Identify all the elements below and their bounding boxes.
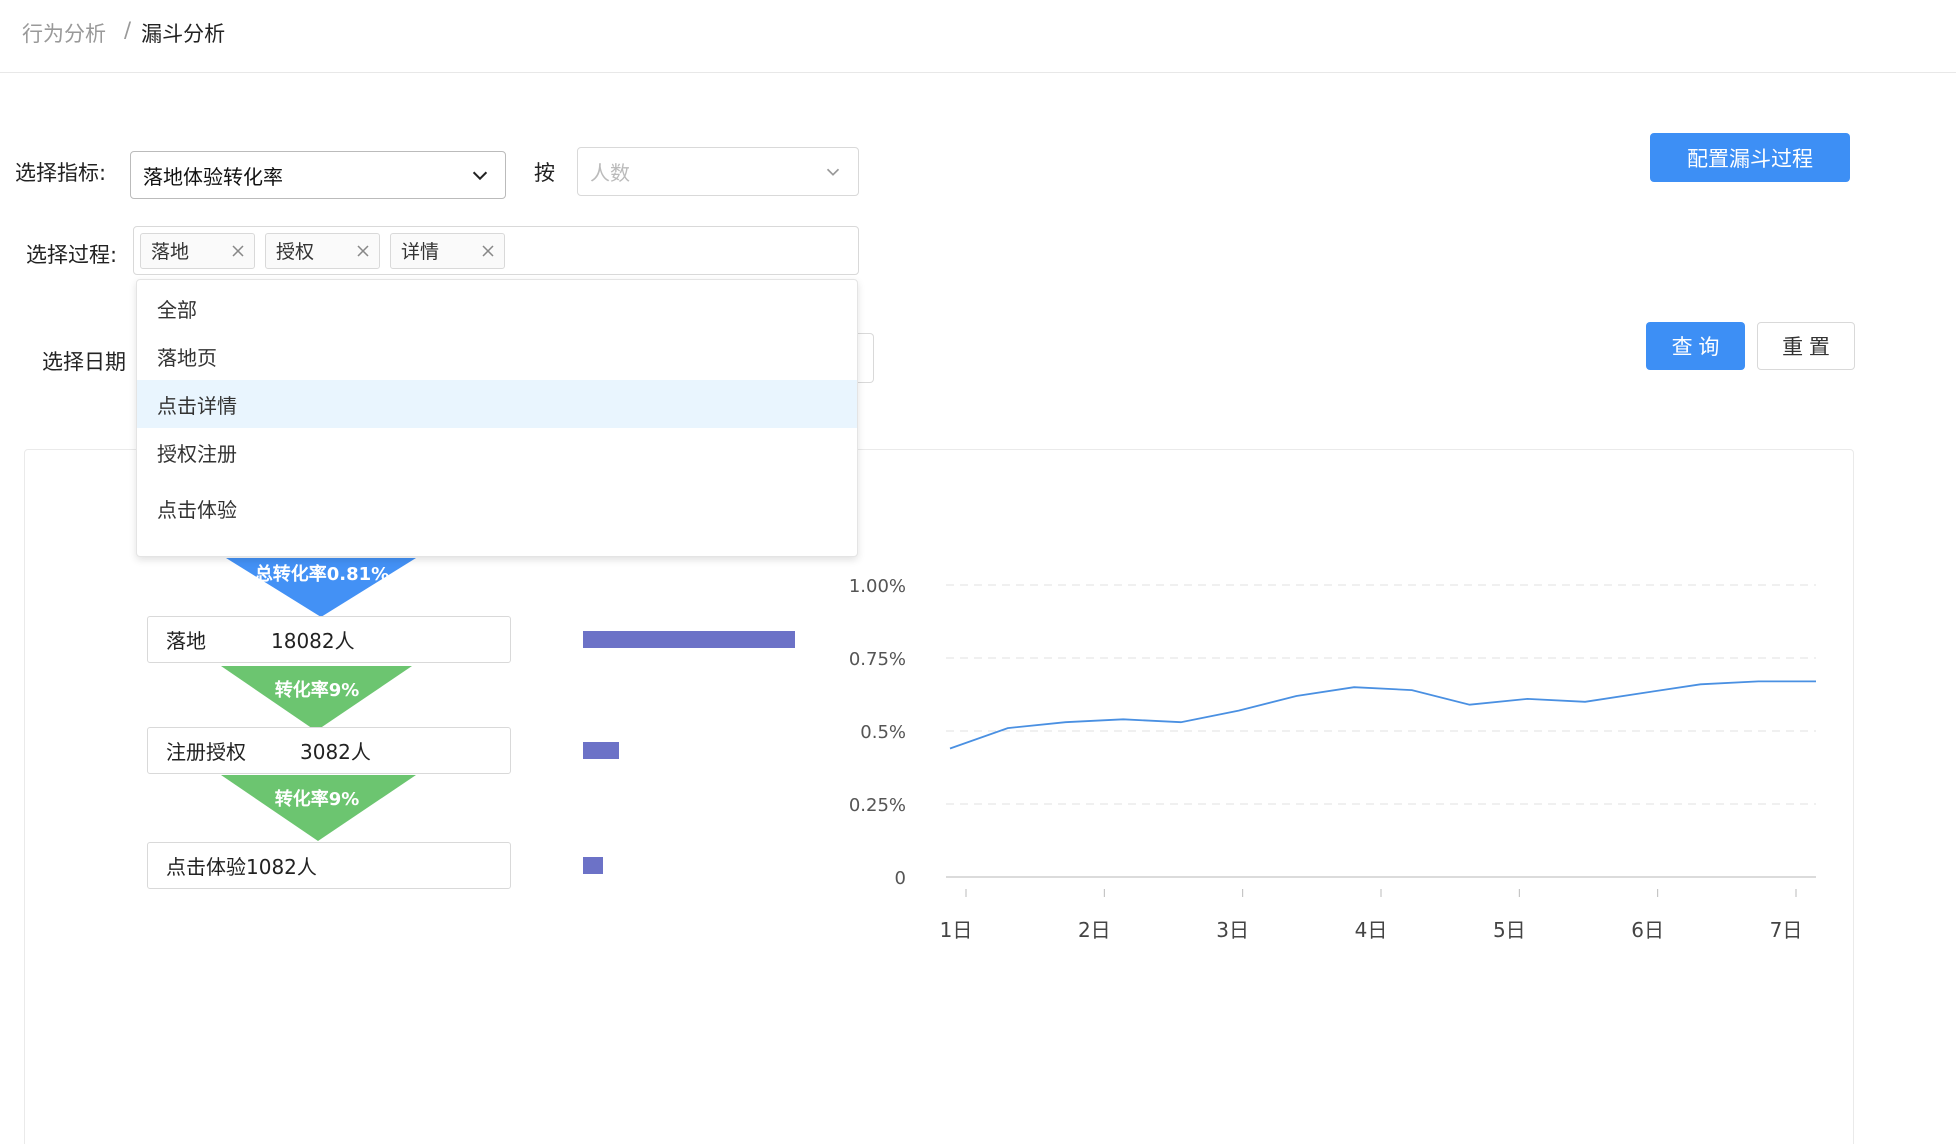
funnel-step-row: 落地 18082人: [147, 616, 511, 663]
process-select[interactable]: 落地 授权 详情: [133, 226, 859, 275]
chevron-down-icon: [826, 168, 840, 176]
funnel-step-name: 落地: [166, 629, 206, 653]
reset-button[interactable]: 重 置: [1757, 322, 1855, 370]
by-select-placeholder: 人数: [590, 161, 630, 185]
step-rate-label: 转化率9%: [274, 789, 360, 810]
close-icon[interactable]: [230, 243, 246, 259]
process-tag: 落地: [140, 232, 255, 269]
process-dropdown: 全部 落地页 点击详情 授权注册 点击体验: [136, 279, 858, 557]
funnel-step-count: 18082人: [271, 629, 355, 653]
header-divider: [0, 72, 1956, 73]
tag-label: 落地: [151, 241, 190, 263]
funnel-bar: [583, 631, 795, 648]
x-tick-label: 6日: [1631, 918, 1664, 942]
x-tick-label: 4日: [1355, 918, 1388, 942]
config-funnel-button[interactable]: 配置漏斗过程: [1650, 133, 1850, 182]
close-icon[interactable]: [355, 243, 371, 259]
metric-select[interactable]: 落地体验转化率: [130, 151, 506, 199]
x-tick-label: 7日: [1770, 918, 1803, 942]
query-button[interactable]: 查 询: [1646, 322, 1745, 370]
process-tag: 详情: [390, 232, 505, 269]
y-tick-label: 0.5%: [860, 722, 906, 743]
breadcrumb: 行为分析 / 漏斗分析: [22, 18, 225, 48]
close-icon[interactable]: [480, 243, 496, 259]
by-label: 按: [534, 161, 555, 185]
tag-label: 详情: [401, 241, 440, 263]
step-rate-label: 转化率9%: [274, 680, 360, 701]
metric-label: 选择指标:: [15, 161, 107, 185]
dropdown-option[interactable]: 落地页: [137, 332, 857, 380]
chevron-down-icon: [472, 171, 488, 181]
process-label: 选择过程:: [26, 243, 118, 267]
process-tag: 授权: [265, 232, 380, 269]
funnel-bar: [583, 857, 603, 874]
by-select[interactable]: 人数: [577, 147, 859, 196]
dropdown-option-highlighted[interactable]: 点击详情: [137, 380, 857, 428]
metric-select-value: 落地体验转化率: [143, 164, 283, 189]
breadcrumb-parent[interactable]: 行为分析: [22, 18, 106, 48]
y-tick-label: 0.75%: [849, 649, 906, 670]
funnel-step-count: 3082人: [300, 740, 371, 764]
breadcrumb-separator: /: [124, 18, 132, 42]
x-tick-label: 1日: [940, 918, 973, 942]
dropdown-option[interactable]: 全部: [137, 284, 857, 332]
x-tick-label: 5日: [1493, 918, 1526, 942]
funnel-step-name: 点击体验: [166, 855, 246, 879]
total-rate-label: 总转化率0.81%: [254, 564, 390, 585]
y-tick-label: 0: [895, 868, 906, 889]
funnel-step-row: 注册授权 3082人: [147, 727, 511, 774]
breadcrumb-current: 漏斗分析: [141, 22, 226, 46]
x-tick-label: 2日: [1078, 918, 1111, 942]
funnel-step-count: 1082人: [246, 855, 317, 879]
conversion-line-chart: 0 0.25% 0.5% 0.75% 1.00% 1日 2日 3日 4日 5日 6日 7日: [849, 576, 1816, 942]
dropdown-option[interactable]: 点击体验: [137, 484, 857, 532]
y-tick-label: 0.25%: [849, 795, 906, 816]
dropdown-option[interactable]: 授权注册: [137, 428, 857, 476]
y-tick-label: 1.00%: [849, 576, 906, 597]
date-label: 选择日期: [42, 350, 126, 374]
funnel-step-row: 点击体验 1082人: [147, 842, 511, 889]
funnel-bar: [583, 742, 619, 759]
series-line: [949, 680, 1816, 750]
x-tick-label: 3日: [1216, 918, 1249, 942]
funnel-step-name: 注册授权: [166, 740, 246, 764]
tag-label: 授权: [276, 241, 315, 263]
